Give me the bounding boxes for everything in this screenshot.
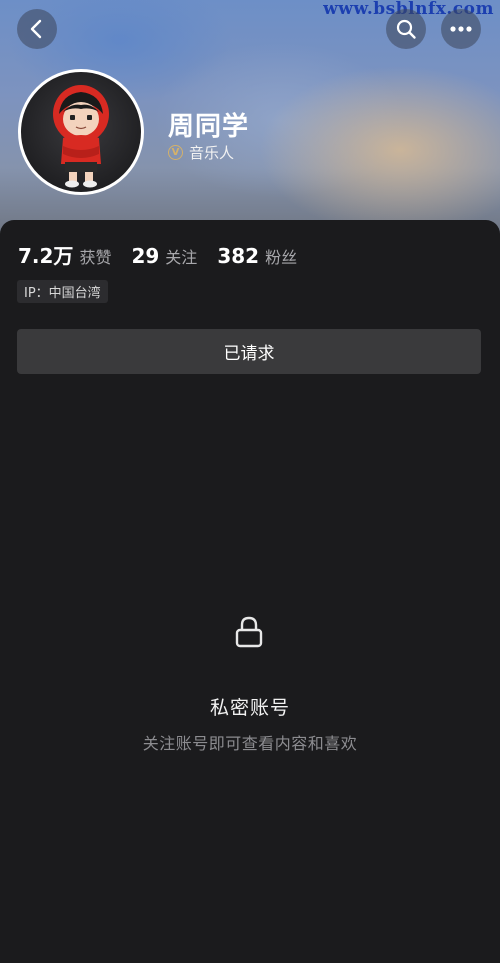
chevron-left-icon (30, 19, 42, 39)
more-dots-icon (450, 26, 472, 32)
ip-location-tag: IP：中国台湾 (17, 280, 108, 303)
stat-following-value: 29 (131, 244, 160, 268)
lock-icon (235, 616, 263, 648)
stats-row: 7.2万 获赞 29 关注 382 粉丝 (18, 240, 317, 269)
private-account-title: 私密账号 (209, 697, 290, 719)
stat-followers-value: 382 (217, 244, 260, 268)
search-icon (396, 19, 416, 39)
more-options-button[interactable] (441, 9, 481, 49)
profile-name: 周同学 (168, 112, 250, 142)
stat-likes: 7.2万 获赞 (18, 240, 111, 269)
search-button[interactable] (386, 9, 426, 49)
stat-likes-value: 7.2万 (18, 244, 74, 268)
stat-following-label: 关注 (165, 248, 198, 267)
verification-row: V 音乐人 (168, 142, 234, 163)
stat-likes-label: 获赞 (79, 248, 112, 267)
avatar-figure-image (53, 85, 109, 188)
profile-content-panel: 7.2万 获赞 29 关注 382 粉丝 IP：中国台湾 已请求 私密账号 关注… (0, 220, 500, 963)
verification-label: 音乐人 (189, 144, 235, 162)
back-button[interactable] (17, 9, 57, 49)
private-account-subtitle: 关注账号即可查看内容和喜欢 (142, 734, 358, 753)
stat-followers[interactable]: 382 粉丝 (217, 244, 297, 268)
stat-followers-label: 粉丝 (265, 248, 298, 267)
verified-badge-icon: V (168, 145, 183, 160)
follow-requested-button[interactable]: 已请求 (17, 329, 481, 374)
stat-following[interactable]: 29 关注 (131, 244, 197, 268)
avatar[interactable] (18, 69, 144, 195)
